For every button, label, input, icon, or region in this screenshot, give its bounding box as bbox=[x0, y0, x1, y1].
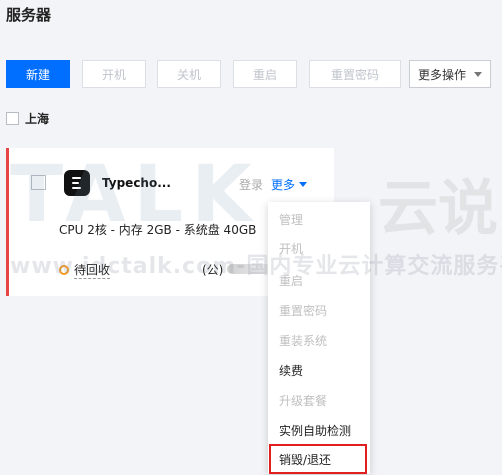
menu-item-manage[interactable]: 管理 bbox=[279, 211, 303, 228]
toolbar: 新建 开机 关机 重启 重置密码 更多操作 bbox=[6, 60, 496, 90]
reset-password-button[interactable]: 重置密码 bbox=[309, 60, 401, 88]
menu-item-reset-password[interactable]: 重置密码 bbox=[279, 302, 327, 319]
more-actions-dropdown[interactable]: 更多操作 bbox=[409, 60, 491, 88]
login-link[interactable]: 登录 bbox=[239, 176, 263, 193]
more-dropdown-link[interactable]: 更多 bbox=[271, 176, 308, 193]
new-button[interactable]: 新建 bbox=[6, 60, 70, 88]
instance-checkbox[interactable] bbox=[31, 175, 46, 190]
status-indicator: 待回收 bbox=[59, 261, 111, 279]
instance-name[interactable]: Typecho... bbox=[102, 176, 171, 190]
menu-item-destroy[interactable]: 销毁/退还 bbox=[269, 444, 367, 474]
public-ip-label: (公) bbox=[202, 263, 224, 277]
menu-item-restart[interactable]: 重启 bbox=[279, 272, 303, 289]
region-checkbox[interactable] bbox=[6, 112, 19, 125]
more-actions-label: 更多操作 bbox=[417, 67, 466, 82]
shutdown-button[interactable]: 关机 bbox=[157, 60, 221, 88]
start-button[interactable]: 开机 bbox=[82, 60, 146, 88]
more-dropdown-menu: 管理 开机 重启 重置密码 重装系统 续费 升级套餐 实例自助检测 销毁/退还 bbox=[268, 202, 370, 474]
more-label: 更多 bbox=[271, 178, 296, 192]
chevron-down-icon bbox=[474, 71, 482, 77]
page-title: 服务器 bbox=[6, 6, 52, 24]
menu-item-start[interactable]: 开机 bbox=[279, 240, 303, 257]
instance-spec: CPU 2核 - 内存 2GB - 系统盘 40GB bbox=[59, 223, 257, 237]
menu-item-self-check[interactable]: 实例自助检测 bbox=[279, 422, 351, 439]
restart-button[interactable]: 重启 bbox=[233, 60, 297, 88]
region-label: 上海 bbox=[25, 112, 50, 126]
watermark-cn: 云说 bbox=[378, 174, 498, 244]
region-group: 上海 bbox=[6, 110, 49, 127]
menu-item-reinstall[interactable]: 重装系统 bbox=[279, 332, 327, 349]
status-text: 待回收 bbox=[74, 263, 111, 279]
menu-item-upgrade[interactable]: 升级套餐 bbox=[279, 392, 327, 409]
typecho-logo-icon bbox=[64, 170, 90, 196]
chevron-down-icon bbox=[299, 182, 308, 187]
status-dot-icon bbox=[59, 265, 69, 275]
menu-item-renew[interactable]: 续费 bbox=[279, 362, 303, 379]
